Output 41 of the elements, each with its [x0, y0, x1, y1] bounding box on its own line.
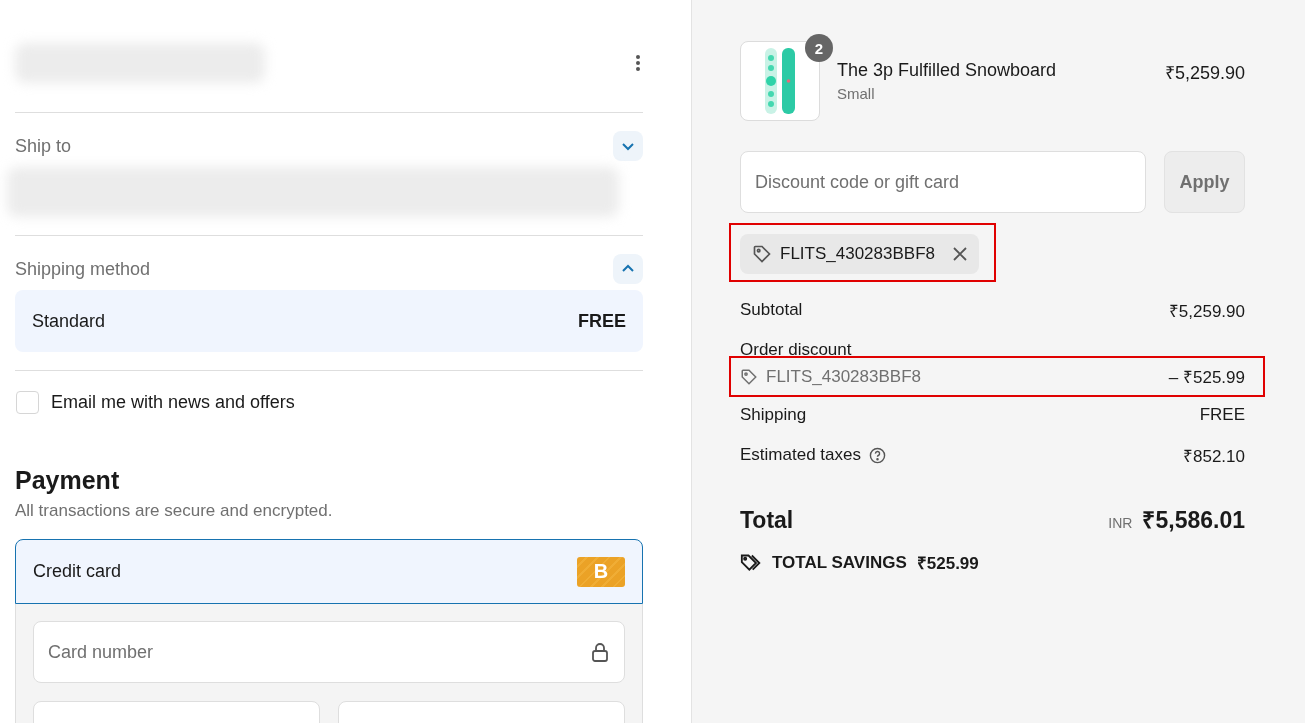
checkbox[interactable] — [16, 391, 39, 414]
product-variant: Small — [837, 85, 876, 102]
summary-label: Estimated taxes — [740, 445, 861, 465]
payment-method[interactable]: Credit card B — [15, 539, 643, 604]
savings-label: TOTAL SAVINGS — [772, 552, 907, 573]
discount-field[interactable]: Discount code or gift card — [740, 151, 1146, 213]
tag-icon — [752, 244, 772, 264]
checkbox-label: Email me with news and offers — [51, 392, 295, 413]
payment-subtitle: All transactions are secure and encrypted. — [15, 501, 334, 521]
summary-label: Subtotal — [740, 300, 803, 320]
summary-label: Shipping — [740, 405, 807, 425]
summary-value: ₹5,259.90 — [1168, 300, 1245, 322]
summary-label: Order discount — [740, 340, 852, 360]
tag-icon — [740, 367, 758, 386]
total-value: ₹5,586.01 — [1142, 506, 1245, 535]
section-label: Ship to — [15, 135, 72, 157]
help-icon[interactable] — [868, 446, 886, 464]
discount-code: FLITS_430283BBF8 — [766, 366, 921, 387]
section-label: Shipping method — [15, 258, 151, 280]
shipping-option[interactable]: Standard FREE — [15, 290, 643, 352]
discount-code: FLITS_430283BBF8 — [780, 244, 935, 264]
card-number-field[interactable]: Card number — [33, 621, 625, 683]
tags-icon — [740, 552, 762, 573]
more-options-icon[interactable] — [635, 54, 641, 72]
payment-heading: Payment — [15, 466, 121, 495]
total-label: Total — [740, 507, 794, 534]
currency-code: INR — [1108, 515, 1133, 531]
quantity-badge: 2 — [805, 34, 833, 62]
summary-value: ₹852.10 — [1183, 445, 1245, 467]
close-icon — [953, 247, 967, 261]
remove-button[interactable] — [953, 247, 967, 261]
product-price: ₹5,259.90 — [1164, 62, 1245, 84]
apply-button[interactable]: Apply — [1164, 151, 1245, 213]
collapse-toggle[interactable] — [613, 254, 643, 284]
expand-toggle[interactable] — [613, 131, 643, 161]
product-name: The 3p Fulfilled Snowboard — [837, 60, 1058, 81]
payment-badge: B — [577, 556, 625, 587]
savings-value: ₹525.99 — [916, 553, 979, 574]
lock-icon — [591, 642, 609, 662]
summary-value: – ₹525.99 — [1168, 367, 1245, 388]
summary-value: FREE — [1199, 405, 1245, 425]
